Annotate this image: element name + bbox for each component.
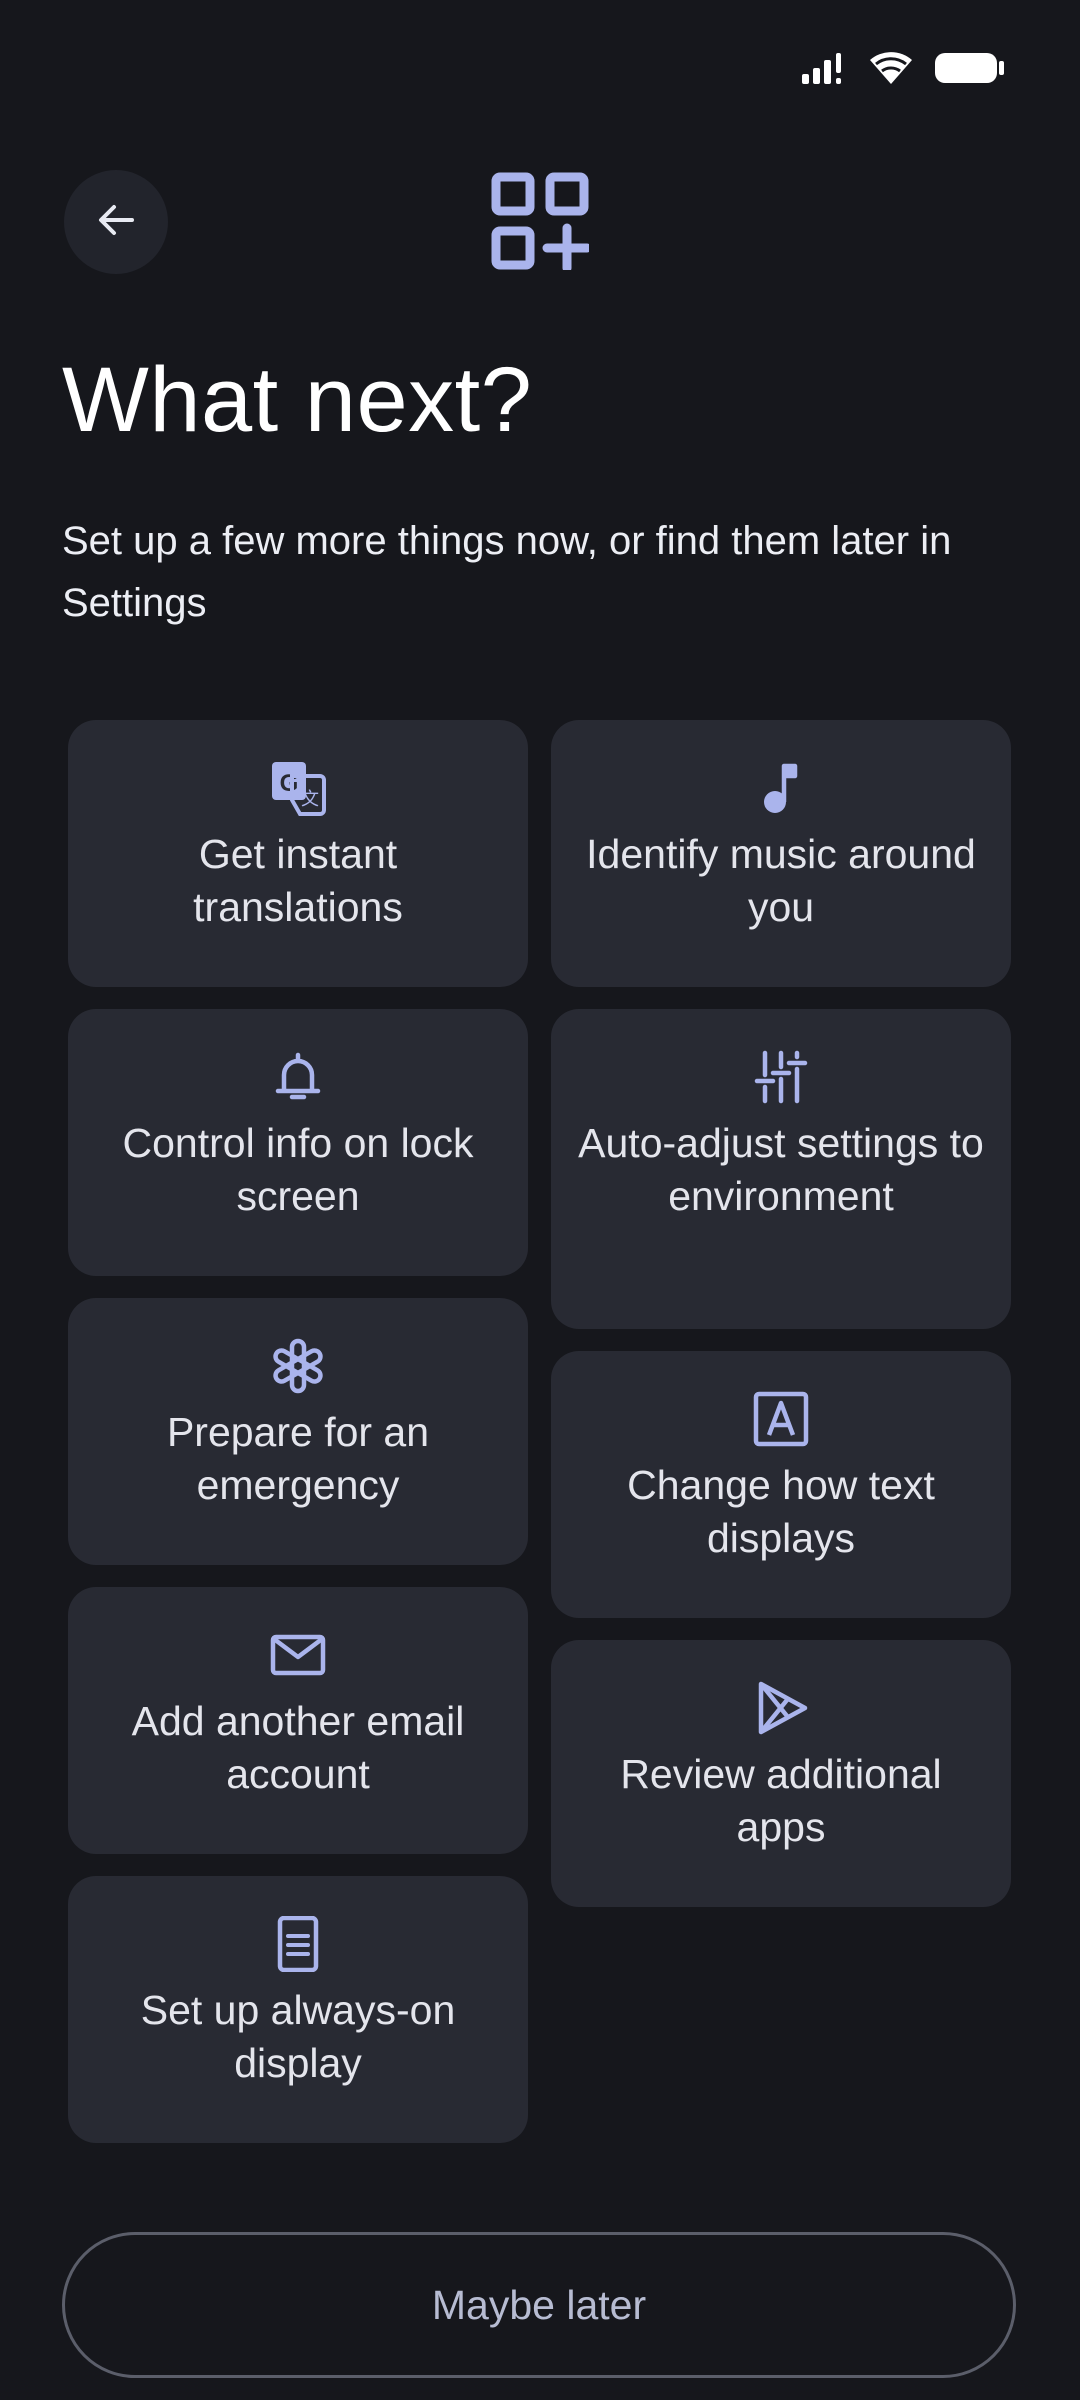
card-label: Set up always-on display bbox=[140, 1987, 456, 2086]
back-button[interactable] bbox=[64, 170, 168, 274]
phone-display-icon bbox=[270, 1916, 326, 1972]
translate-icon: G 文 bbox=[270, 760, 326, 816]
card-get-instant-translations[interactable]: G 文 Get instant translations bbox=[68, 720, 528, 987]
card-prepare-for-an-emergency[interactable]: Prepare for an emergency bbox=[68, 1298, 528, 1565]
card-label: Change how text displays bbox=[627, 1462, 935, 1561]
emergency-asterisk-icon bbox=[270, 1338, 326, 1394]
card-auto-adjust-settings[interactable]: Auto-adjust settings to environment bbox=[551, 1009, 1011, 1329]
card-label: Add another email account bbox=[131, 1698, 465, 1797]
cellular-signal-icon bbox=[800, 50, 848, 86]
card-label: Review additional apps bbox=[620, 1751, 942, 1850]
mail-icon bbox=[270, 1627, 326, 1683]
options-column-right: Identify music around you Auto-adjust se… bbox=[551, 720, 1011, 1907]
text-format-icon bbox=[753, 1391, 809, 1447]
card-label: Identify music around you bbox=[586, 831, 976, 930]
page-title: What next? bbox=[62, 349, 533, 451]
bell-icon bbox=[270, 1049, 326, 1105]
setup-what-next-screen: What next? Set up a few more things now,… bbox=[0, 0, 1080, 2400]
card-review-additional-apps[interactable]: Review additional apps bbox=[551, 1640, 1011, 1907]
page-subtitle: Set up a few more things now, or find th… bbox=[62, 519, 952, 625]
card-label: Auto-adjust settings to environment bbox=[578, 1120, 984, 1219]
card-set-up-always-on-display[interactable]: Set up always-on display bbox=[68, 1876, 528, 2143]
battery-icon bbox=[934, 50, 1006, 86]
play-store-icon bbox=[753, 1680, 809, 1736]
card-control-info-on-lock-screen[interactable]: Control info on lock screen bbox=[68, 1009, 528, 1276]
widgets-add-icon bbox=[491, 172, 592, 273]
card-label: Get instant translations bbox=[193, 831, 403, 930]
svg-text:文: 文 bbox=[301, 789, 319, 809]
tune-sliders-icon bbox=[753, 1049, 809, 1105]
card-change-how-text-displays[interactable]: Change how text displays bbox=[551, 1351, 1011, 1618]
arrow-back-icon bbox=[94, 198, 138, 247]
status-bar bbox=[800, 46, 1006, 90]
wifi-icon bbox=[868, 50, 914, 86]
maybe-later-button[interactable]: Maybe later bbox=[62, 2232, 1016, 2378]
card-label: Prepare for an emergency bbox=[166, 1409, 430, 1508]
music-note-icon bbox=[753, 760, 809, 816]
options-column-left: G 文 Get instant translations Control inf… bbox=[68, 720, 528, 2143]
card-add-another-email-account[interactable]: Add another email account bbox=[68, 1587, 528, 1854]
card-identify-music-around-you[interactable]: Identify music around you bbox=[551, 720, 1011, 987]
card-label: Control info on lock screen bbox=[122, 1120, 474, 1219]
